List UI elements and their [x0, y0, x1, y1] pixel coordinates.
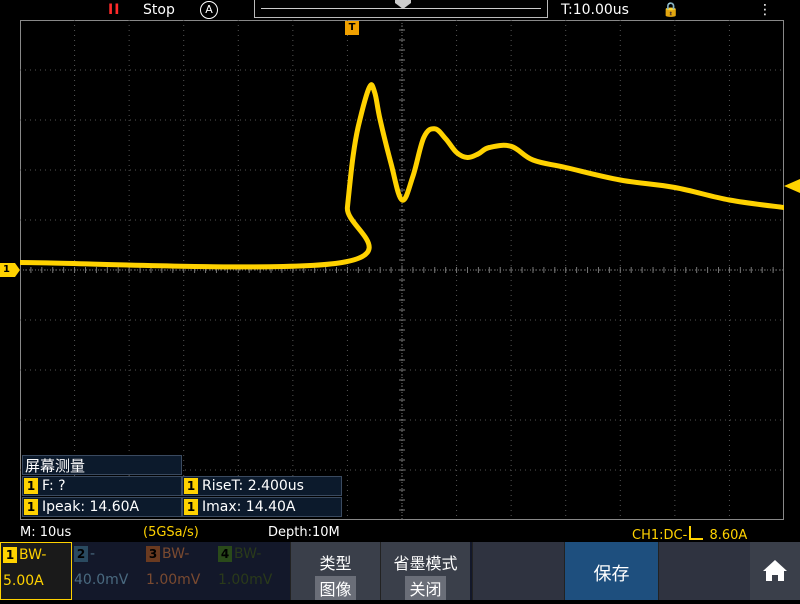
channel-scale: 1.00mV: [218, 572, 272, 588]
waveform-plot: [20, 20, 784, 520]
status-bar: II Stop A T:10.00us 🔒 ⋮: [0, 0, 800, 20]
image-type-softkey[interactable]: 类型 图像: [290, 542, 380, 600]
channel-scale: 1.00mV: [146, 572, 200, 588]
measurement-value: F: ?: [42, 478, 66, 494]
measurement-item: 1RiseT: 2.400us: [182, 476, 342, 496]
usb-icon: ⋮: [758, 2, 772, 18]
softkey-value: 图像: [315, 576, 355, 600]
channel-bw: -: [90, 546, 95, 562]
channel-badge: 1: [24, 499, 38, 515]
channel-number: 1: [3, 547, 17, 563]
channel-scale: 40.0mV: [74, 572, 128, 588]
run-status-label[interactable]: Stop: [143, 2, 175, 18]
softkey-menu: 1BW- 5.00A 2- 40.0mV 3BW- 1.00mV 4BW- 1.…: [0, 542, 800, 600]
trigger-mode-icon[interactable]: A: [200, 1, 218, 19]
sample-rate-readout: (5GSa/s): [143, 525, 199, 540]
channel-number: 4: [218, 546, 232, 562]
channel-2-status[interactable]: 2- 40.0mV: [72, 542, 144, 600]
pause-icon[interactable]: II: [108, 2, 120, 18]
channel-3-status[interactable]: 3BW- 1.00mV: [144, 542, 216, 600]
memory-timeline: [254, 0, 548, 18]
measurement-item: 1Ipeak: 14.60A: [22, 497, 182, 517]
measurement-title: 屏幕测量: [22, 455, 182, 475]
ink-saver-softkey[interactable]: 省墨模式 关闭: [380, 542, 470, 600]
home-button[interactable]: [750, 542, 800, 600]
waveform-display[interactable]: [20, 20, 784, 520]
softkey-label: 保存: [565, 560, 658, 586]
measurement-value: Imax: 14.40A: [202, 499, 295, 515]
measurement-value: Ipeak: 14.60A: [42, 499, 139, 515]
softkey-label: 省墨模式: [381, 550, 470, 574]
channel-number: 2: [74, 546, 88, 562]
measurement-item: 1F: ?: [22, 476, 182, 496]
trigger-delay-readout[interactable]: T:10.00us: [561, 2, 629, 18]
channel-4-status[interactable]: 4BW- 1.00mV: [216, 542, 288, 600]
channel-number: 3: [146, 546, 160, 562]
measurement-item: 1Imax: 14.40A: [182, 497, 342, 517]
channel-badge: 1: [24, 478, 38, 494]
channel-badge: 1: [184, 499, 198, 515]
acquisition-info-bar: M: 10us (5GSa/s) Depth:10M CH1:DC- 8.60A: [0, 524, 800, 542]
lock-icon: 🔒: [662, 2, 679, 18]
rising-edge-icon: [689, 526, 703, 540]
channel-bw: BW-: [162, 546, 189, 562]
channel-bw: BW-: [19, 547, 46, 563]
softkey-label: 类型: [291, 550, 380, 574]
empty-softkey[interactable]: [472, 542, 564, 600]
channel-bw: BW-: [234, 546, 261, 562]
memory-depth-readout: Depth:10M: [268, 525, 340, 540]
trigger-position-marker[interactable]: T: [345, 21, 359, 35]
ch1-offset-marker[interactable]: 1: [0, 263, 20, 277]
trigger-source-label: CH1:DC-: [632, 528, 687, 543]
measurement-value: RiseT: 2.400us: [202, 478, 304, 494]
trigger-level-marker[interactable]: [784, 179, 800, 193]
channel-1-status[interactable]: 1BW- 5.00A: [0, 542, 72, 600]
timebase-readout[interactable]: M: 10us: [20, 525, 71, 540]
empty-softkey[interactable]: [658, 542, 750, 600]
channel-badge: 1: [184, 478, 198, 494]
channel-scale: 5.00A: [3, 573, 44, 589]
home-icon: [750, 542, 800, 600]
trigger-level-value: 8.60A: [709, 528, 747, 543]
timeline-track: [261, 8, 541, 9]
trigger-source-readout[interactable]: CH1:DC- 8.60A: [632, 525, 747, 543]
save-softkey[interactable]: 保存: [564, 542, 658, 600]
softkey-value: 关闭: [405, 576, 445, 600]
